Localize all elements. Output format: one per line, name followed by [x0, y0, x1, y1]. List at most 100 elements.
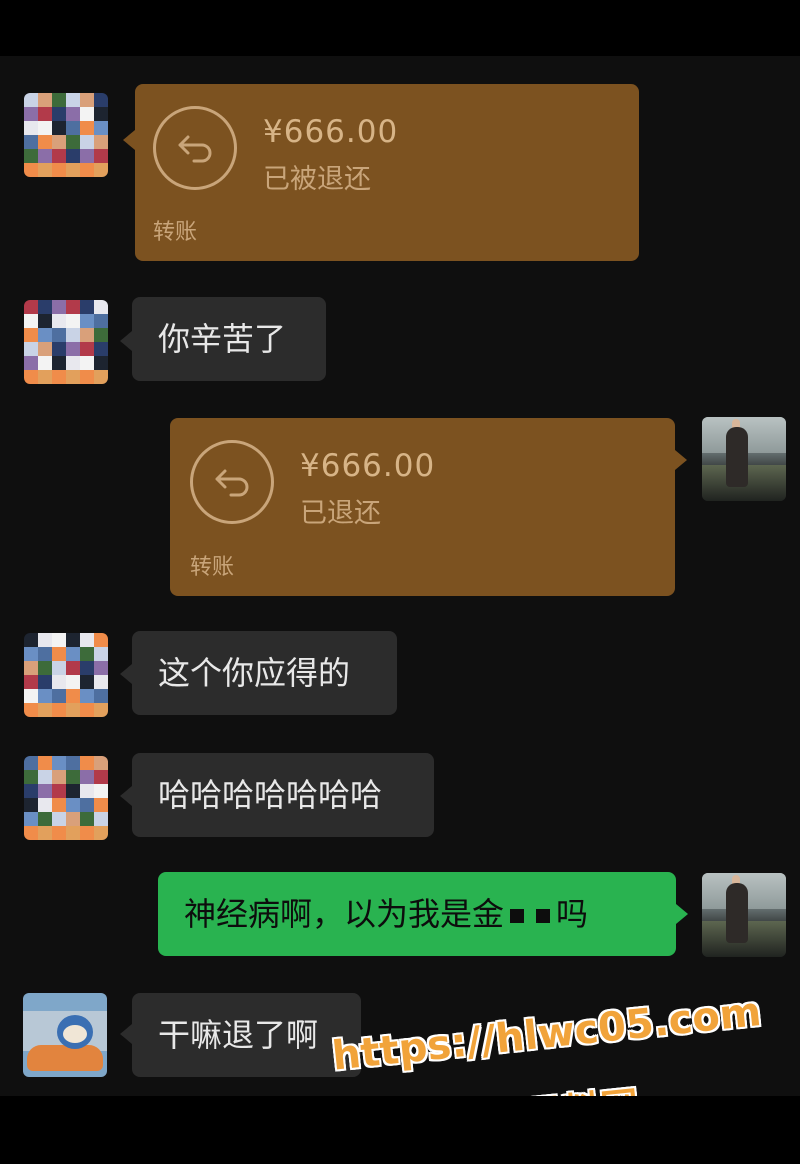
avatar-pixel: [80, 121, 94, 135]
avatar-pixel: [66, 633, 80, 647]
avatar-pixel: [94, 328, 108, 342]
avatar-other[interactable]: [24, 756, 108, 840]
avatar-pixel: [80, 633, 94, 647]
avatar-pixel: [94, 826, 108, 840]
bubble-tail: [120, 331, 132, 351]
avatar-pixel: [94, 633, 108, 647]
avatar-pixel: [24, 107, 38, 121]
avatar-pixel: [66, 149, 80, 163]
chat-area[interactable]: ¥666.00 已被退还 转账 你辛苦了 ¥666.00 已退还 转账 这个你应…: [0, 56, 800, 1139]
message-bubble[interactable]: 哈哈哈哈哈哈哈: [132, 753, 434, 837]
avatar-pixel: [80, 328, 94, 342]
avatar-pixel: [38, 107, 52, 121]
avatar-pixel: [80, 798, 94, 812]
return-arrow-icon: [190, 440, 274, 524]
avatar-pixel: [94, 756, 108, 770]
avatar-pixel: [38, 370, 52, 384]
avatar-pixel: [52, 689, 66, 703]
censor-mark: [510, 909, 525, 923]
avatar-pixel: [24, 163, 38, 177]
avatar-pixel: [94, 784, 108, 798]
avatar-pixel: [94, 812, 108, 826]
avatar-pixel: [24, 826, 38, 840]
avatar-pixel: [66, 356, 80, 370]
avatar-self[interactable]: [702, 873, 786, 957]
transfer-label: 转账: [153, 220, 198, 245]
avatar-pixel: [52, 812, 66, 826]
avatar-pixel: [38, 703, 52, 717]
avatar-pixel: [24, 93, 38, 107]
avatar-pixel: [94, 163, 108, 177]
avatar-pixel: [38, 647, 52, 661]
avatar-pixel: [38, 812, 52, 826]
transfer-bubble-sent[interactable]: ¥666.00 已退还 转账: [170, 418, 675, 596]
censor-mark: [536, 909, 551, 923]
avatar-pixel: [38, 784, 52, 798]
avatar-pixel: [52, 314, 66, 328]
avatar-pixel: [94, 370, 108, 384]
message-bubble-sent[interactable]: 神经病啊，以为我是金 吗: [158, 872, 676, 956]
avatar-other[interactable]: [24, 300, 108, 384]
avatar-pixel: [94, 770, 108, 784]
avatar-pixel: [80, 784, 94, 798]
avatar-pixel: [52, 798, 66, 812]
avatar-pixel: [24, 689, 38, 703]
avatar-pixel: [80, 647, 94, 661]
bubble-tail: [120, 1024, 132, 1044]
avatar-pixel: [66, 826, 80, 840]
avatar-pixel: [80, 356, 94, 370]
avatar-pixel: [24, 661, 38, 675]
avatar-pixel: [52, 93, 66, 107]
bubble-tail: [675, 450, 687, 470]
avatar-pixel: [94, 149, 108, 163]
message-text: 神经病啊，以为我是金 吗: [184, 872, 588, 956]
watermark-url: https://hlwc05.com: [330, 988, 764, 1080]
avatar-pixel: [38, 93, 52, 107]
avatar-pixel: [38, 163, 52, 177]
transfer-amount: ¥666.00: [263, 114, 399, 150]
message-bubble[interactable]: 干嘛退了啊: [132, 993, 361, 1077]
avatar-pixel: [38, 661, 52, 675]
avatar-pixel: [24, 770, 38, 784]
avatar-pixel: [94, 107, 108, 121]
avatar-pixel: [66, 135, 80, 149]
avatar-pixel: [24, 703, 38, 717]
avatar-pixel: [80, 314, 94, 328]
avatar-pixel: [80, 689, 94, 703]
avatar-pixel: [80, 107, 94, 121]
avatar-pixel: [52, 356, 66, 370]
avatar-pixel: [80, 300, 94, 314]
avatar-other2[interactable]: [23, 993, 107, 1077]
transfer-label: 转账: [190, 555, 235, 580]
avatar-pixel: [80, 770, 94, 784]
message-text: 你辛苦了: [158, 320, 287, 358]
avatar-pixel: [66, 163, 80, 177]
bubble-tail: [676, 904, 688, 924]
avatar-pixel: [66, 770, 80, 784]
avatar-other[interactable]: [24, 633, 108, 717]
transfer-status: 已退还: [300, 498, 381, 529]
avatar-pixel: [24, 675, 38, 689]
avatar-pixel: [38, 121, 52, 135]
avatar-pixel: [52, 647, 66, 661]
avatar-pixel: [38, 826, 52, 840]
avatar-self[interactable]: [702, 417, 786, 501]
avatar-pixel: [80, 93, 94, 107]
bubble-tail: [120, 786, 132, 806]
avatar-pixel: [94, 689, 108, 703]
avatar-pixel: [94, 647, 108, 661]
avatar-other[interactable]: [24, 93, 108, 177]
transfer-bubble-received[interactable]: ¥666.00 已被退还 转账: [135, 84, 639, 261]
avatar-pixel: [66, 689, 80, 703]
avatar-pixel: [66, 784, 80, 798]
message-bubble[interactable]: 这个你应得的: [132, 631, 397, 715]
avatar-pixel: [24, 647, 38, 661]
avatar-pixel: [80, 370, 94, 384]
message-bubble[interactable]: 你辛苦了: [132, 297, 326, 381]
message-text-before: 神经病啊，以为我是金: [184, 895, 505, 933]
avatar-pixel: [80, 703, 94, 717]
avatar-pixel: [66, 675, 80, 689]
avatar-pixel: [52, 675, 66, 689]
avatar-pixel: [52, 163, 66, 177]
avatar-pixel: [38, 356, 52, 370]
